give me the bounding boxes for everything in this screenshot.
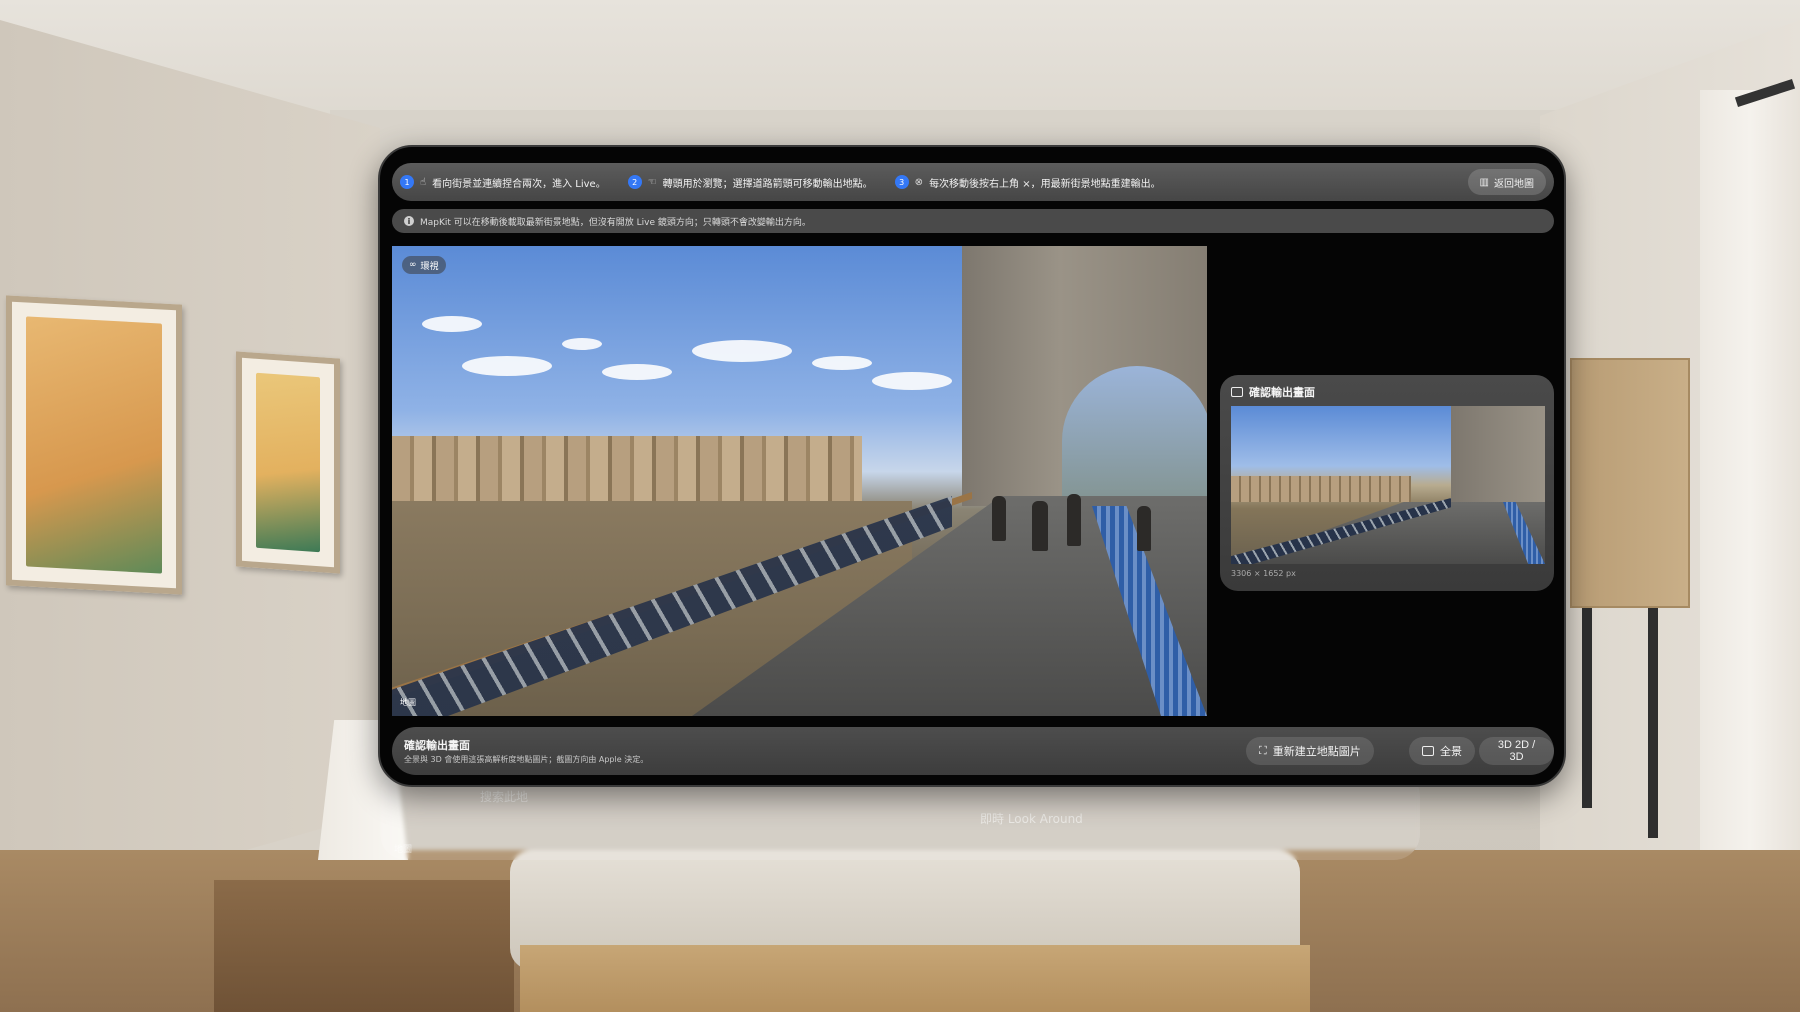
bottom-action-bar: 確認輸出畫面 全景與 3D 會使用這張高解析度地點圖片；截圖方向由 Apple … bbox=[392, 727, 1554, 775]
rebuild-location-image-button[interactable]: ⛶ 重新建立地點圖片 bbox=[1246, 737, 1374, 765]
wall-art-middle bbox=[236, 351, 340, 574]
search-here-label: 搜索此地 bbox=[480, 790, 529, 804]
map-label: 地圖 bbox=[394, 845, 413, 855]
panorama-label: 全景 bbox=[1440, 746, 1462, 758]
thumb-tower bbox=[1451, 406, 1545, 506]
pedestrian bbox=[1067, 494, 1081, 546]
look-around-label: 即時 Look Around bbox=[980, 812, 1083, 826]
dimension-label: 3D 2D / 3D bbox=[1497, 739, 1536, 763]
info-bar: i MapKit 可以在移動後載取最新街景地點，但沒有開放 Live 鏡頭方向；… bbox=[392, 209, 1554, 233]
maps-attribution[interactable]: 地圖 bbox=[400, 697, 416, 708]
step-number-badge: 1 bbox=[400, 175, 414, 189]
thumb-buildings bbox=[1231, 476, 1411, 502]
step-2: 2 ☜ 轉頭用於瀏覽；選擇道路箭頭可移動輸出地點。 bbox=[627, 175, 873, 190]
cloud bbox=[462, 356, 552, 376]
steps-bar: 1 ☝ 看向街景並連續捏合兩次，進入 Live。 2 ☜ 轉頭用於瀏覽；選擇道路… bbox=[392, 163, 1554, 201]
photo-icon bbox=[1231, 387, 1243, 397]
wall-art-left bbox=[6, 295, 182, 595]
output-preview-thumbnail bbox=[1231, 406, 1545, 564]
attribution-text: 地圖 bbox=[400, 698, 416, 707]
step-text: 每次移動後按右上角 ×，用最新街景地點重建輸出。 bbox=[929, 178, 1161, 190]
info-text: MapKit 可以在移動後載取最新街景地點，但沒有開放 Live 鏡頭方向；只轉… bbox=[420, 217, 811, 228]
cloud bbox=[562, 338, 602, 350]
look-around-badge: ∞ 環視 bbox=[402, 256, 446, 274]
output-size-label: 3306 × 1652 px bbox=[1231, 569, 1296, 578]
coffee-table bbox=[520, 945, 1310, 1012]
dimension-toggle-button[interactable]: 3D 2D / 3D bbox=[1479, 737, 1554, 765]
step-number-badge: 3 bbox=[894, 175, 909, 189]
look-around-badge-label: 環視 bbox=[420, 261, 439, 272]
back-to-map-button[interactable]: ▥ 返回地圖 bbox=[1467, 169, 1546, 195]
close-circle-icon: ⊗ bbox=[914, 176, 924, 188]
cloud bbox=[422, 316, 482, 332]
info-icon: i bbox=[404, 216, 414, 226]
panorama-button[interactable]: 全景 bbox=[1409, 737, 1475, 765]
hand-tap-icon: ☝ bbox=[420, 176, 427, 188]
step-text: 轉頭用於瀏覽；選擇道路箭頭可移動輸出地點。 bbox=[662, 178, 873, 190]
cloud bbox=[872, 372, 952, 390]
step-text: 看向街景並連續捏合兩次，進入 Live。 bbox=[432, 178, 606, 190]
binoculars-icon: ∞ bbox=[409, 260, 417, 270]
confirm-panel-title-text: 確認輸出畫面 bbox=[1249, 386, 1315, 399]
map-icon: ▥ bbox=[1479, 176, 1489, 188]
bottom-title: 確認輸出畫面 bbox=[404, 739, 470, 752]
pedestrian bbox=[992, 496, 1006, 541]
cloud bbox=[812, 356, 872, 370]
pedestrian bbox=[1137, 506, 1151, 551]
panorama-icon bbox=[1422, 746, 1434, 756]
shelf-leg bbox=[1648, 608, 1658, 838]
back-to-map-label: 返回地圖 bbox=[1494, 178, 1534, 190]
rebuild-label: 重新建立地點圖片 bbox=[1272, 746, 1361, 758]
confirm-panel-title: 確認輸出畫面 bbox=[1231, 384, 1315, 400]
hand-drag-icon: ☜ bbox=[647, 176, 657, 188]
side-table bbox=[214, 880, 514, 1012]
cloud bbox=[602, 364, 672, 380]
bottom-subtitle: 全景與 3D 會使用這張高解析度地點圖片；截圖方向由 Apple 決定。 bbox=[404, 755, 649, 764]
cloud bbox=[692, 340, 792, 362]
street-view-window: 1 ☝ 看向街景並連續捏合兩次，進入 Live。 2 ☜ 轉頭用於瀏覽；選擇道路… bbox=[378, 145, 1566, 787]
riverside-buildings bbox=[392, 436, 862, 506]
wall-shelf bbox=[1570, 358, 1690, 608]
step-3: 3 ⊗ 每次移動後按右上角 ×，用最新街景地點重建輸出。 bbox=[894, 175, 1161, 190]
step-number-badge: 2 bbox=[627, 175, 642, 189]
viewfinder-icon: ⛶ bbox=[1259, 744, 1267, 757]
look-around-view[interactable]: ∞ 環視 地圖 bbox=[392, 246, 1207, 716]
shelf-leg bbox=[1582, 608, 1592, 808]
step-1: 1 ☝ 看向街景並連續捏合兩次，進入 Live。 bbox=[400, 175, 606, 190]
pedestrian bbox=[1032, 501, 1048, 551]
confirm-output-panel: 確認輸出畫面 3306 × 1652 px bbox=[1220, 375, 1554, 591]
